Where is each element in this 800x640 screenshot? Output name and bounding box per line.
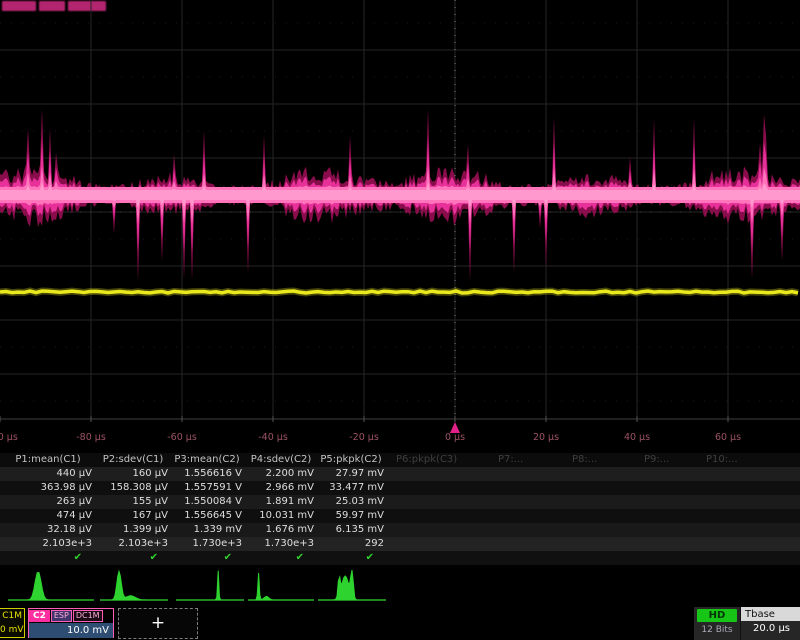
measure-cell-P2-r5: 1.399 µV — [98, 523, 170, 537]
bottom-bar: C1M 0 mV C2 ESP DC1M 10.0 mV + HD 12 Bit… — [0, 607, 800, 640]
measure-cell-P3-r2: 1.557591 V — [172, 481, 244, 495]
measure-header-P6[interactable]: P6:pkpk(C3) — [396, 453, 464, 467]
histicon-P3[interactable] — [176, 571, 244, 600]
oscilloscope-screen: -100 µs -80 µs -60 µs -40 µs -20 µs 0 µs 20 µs… — [0, 0, 800, 640]
measure-cell-P5-r2: 33.477 mV — [318, 481, 386, 495]
hd-badge: HD — [697, 609, 737, 622]
add-trace-button[interactable]: + — [118, 608, 198, 639]
histicon-P2[interactable] — [100, 571, 168, 600]
measure-cell-P2-r3: 155 µV — [98, 495, 170, 509]
time-axis-label: 0 µs — [445, 432, 465, 443]
measure-cell-P1-r1: 440 µV — [4, 467, 94, 481]
measure-cell-P4-r2: 2.966 mV — [248, 481, 316, 495]
measure-column-P3: P3:mean(C2)1.556616 V1.557591 V1.550084 … — [172, 453, 244, 565]
time-axis-label: 40 µs — [624, 432, 650, 443]
measure-cell-P4-r4: 10.031 mV — [248, 509, 316, 523]
c2-label: C2 — [29, 610, 50, 622]
histicon-P4[interactable] — [248, 573, 314, 600]
time-axis-label: 20 µs — [533, 432, 559, 443]
measure-cell-P1-r4: 474 µV — [4, 509, 94, 523]
measure-cell-P5-r3: 25.03 mV — [318, 495, 386, 509]
measure-cell-P3-r5: 1.339 mV — [172, 523, 244, 537]
measure-header-P2[interactable]: P2:sdev(C1) — [98, 453, 170, 467]
measure-cell-P1-r3: 263 µV — [4, 495, 94, 509]
measure-cell-P1-r6: 2.103e+3 — [4, 537, 94, 551]
measure-header-P9[interactable]: P9:... — [644, 453, 688, 467]
measure-header-P10[interactable]: P10:... — [706, 453, 754, 467]
measure-column-P10: P10:... — [706, 453, 754, 565]
status-check-icon: ✔ — [98, 551, 170, 565]
measure-cell-P2-r1: 160 µV — [98, 467, 170, 481]
measure-column-P1: P1:mean(C1)440 µV363.98 µV263 µV474 µV32… — [4, 453, 94, 565]
plus-icon: + — [151, 615, 165, 632]
measure-column-P6: P6:pkpk(C3) — [396, 453, 464, 565]
timebase-title: Tbase — [741, 607, 800, 621]
histicon-P5[interactable] — [318, 570, 386, 600]
measure-column-P5: P5:pkpk(C2)27.97 mV33.477 mV25.03 mV59.9… — [318, 453, 386, 565]
time-axis-label: 60 µs — [715, 432, 741, 443]
time-axis-label: -80 µs — [76, 432, 106, 443]
measure-cell-P3-r3: 1.550084 V — [172, 495, 244, 509]
measure-header-P5[interactable]: P5:pkpk(C2) — [318, 453, 386, 467]
c2-scale: 10.0 mV — [29, 623, 113, 638]
trigger-position-marker[interactable] — [450, 422, 460, 433]
measure-cell-P5-r6: 292 — [318, 537, 386, 551]
measure-cell-P4-r5: 1.676 mV — [248, 523, 316, 537]
c2-coupling-badge: DC1M — [73, 610, 103, 622]
c1-label: C1M — [0, 609, 24, 623]
c1-scale: 0 mV — [0, 623, 24, 637]
time-axis-label: -100 µs — [0, 432, 18, 443]
measure-cell-P5-r1: 27.97 mV — [318, 467, 386, 481]
measure-header-P1[interactable]: P1:mean(C1) — [4, 453, 94, 467]
c1-trace — [0, 291, 798, 293]
channel-c1-descriptor[interactable]: C1M 0 mV — [0, 608, 25, 638]
status-check-icon: ✔ — [248, 551, 316, 565]
measure-header-P3[interactable]: P3:mean(C2) — [172, 453, 244, 467]
time-axis-label: -40 µs — [258, 432, 288, 443]
status-check-icon: ✔ — [4, 551, 94, 565]
histicon-P1[interactable] — [8, 573, 94, 600]
time-axis-label: -60 µs — [167, 432, 197, 443]
status-check-icon: ✔ — [318, 551, 386, 565]
acquisition-cluster: HD 12 Bits Tbase 20.0 µs — [694, 607, 800, 640]
measure-cell-P1-r5: 32.18 µV — [4, 523, 94, 537]
channel-c2-descriptor[interactable]: C2 ESP DC1M 10.0 mV — [28, 608, 114, 638]
hd-bits-label: 12 Bits — [694, 625, 740, 635]
measure-column-P2: P2:sdev(C1)160 µV158.308 µV155 µV167 µV1… — [98, 453, 170, 565]
measure-header-P4[interactable]: P4:sdev(C2) — [248, 453, 316, 467]
status-check-icon: ✔ — [172, 551, 244, 565]
measure-column-P9: P9:... — [644, 453, 688, 565]
measure-cell-P2-r4: 167 µV — [98, 509, 170, 523]
c2-eres-badge: ESP — [51, 610, 72, 622]
measure-cell-P1-r2: 363.98 µV — [4, 481, 94, 495]
timebase-descriptor[interactable]: Tbase 20.0 µs — [740, 607, 800, 640]
measure-header-P7[interactable]: P7:... — [498, 453, 542, 467]
measure-column-P4: P4:sdev(C2)2.200 mV2.966 mV1.891 mV10.03… — [248, 453, 316, 565]
measure-table: P1:mean(C1)440 µV363.98 µV263 µV474 µV32… — [0, 453, 800, 565]
measure-cell-P4-r1: 2.200 mV — [248, 467, 316, 481]
measure-cell-P2-r2: 158.308 µV — [98, 481, 170, 495]
measure-cell-P2-r6: 2.103e+3 — [98, 537, 170, 551]
measure-header-P8[interactable]: P8:... — [572, 453, 616, 467]
waveform-display[interactable]: -100 µs -80 µs -60 µs -40 µs -20 µs 0 µs 20 µs… — [0, 0, 800, 450]
measure-column-P7: P7:... — [498, 453, 542, 565]
measure-cell-P3-r1: 1.556616 V — [172, 467, 244, 481]
timebase-value: 20.0 µs — [741, 621, 800, 636]
measure-cell-P5-r5: 6.135 mV — [318, 523, 386, 537]
measure-cell-P4-r3: 1.891 mV — [248, 495, 316, 509]
measure-cell-P3-r4: 1.556645 V — [172, 509, 244, 523]
time-axis-label: -20 µs — [349, 432, 379, 443]
hd-mode-indicator[interactable]: HD 12 Bits — [694, 607, 740, 640]
measure-column-P8: P8:... — [572, 453, 616, 565]
histicon-row — [0, 567, 800, 605]
measure-cell-P3-r6: 1.730e+3 — [172, 537, 244, 551]
measure-cell-P5-r4: 59.97 mV — [318, 509, 386, 523]
measure-cell-P4-r6: 1.730e+3 — [248, 537, 316, 551]
